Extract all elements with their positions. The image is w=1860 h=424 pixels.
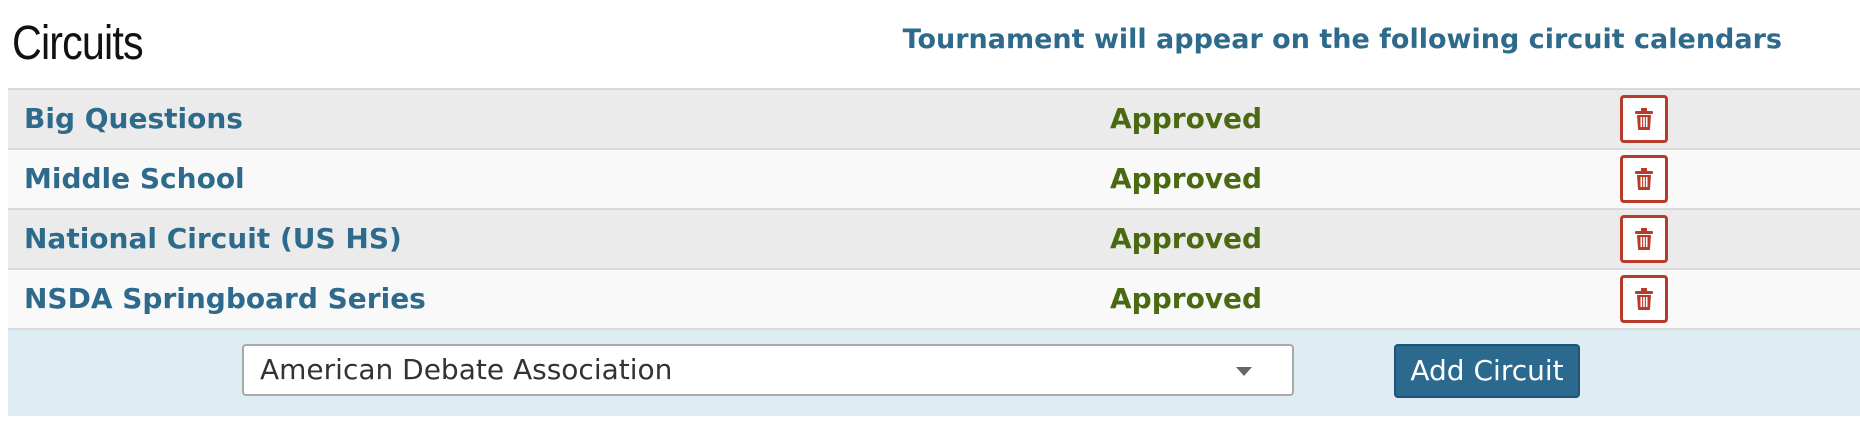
page-title: Circuits: [12, 17, 144, 70]
delete-button[interactable]: [1620, 275, 1668, 323]
status-label: Approved: [1110, 282, 1263, 315]
status-label: Approved: [1110, 222, 1263, 255]
delete-button[interactable]: [1620, 215, 1668, 263]
circuit-link[interactable]: NSDA Springboard Series: [24, 270, 426, 328]
delete-button[interactable]: [1620, 155, 1668, 203]
add-circuit-button[interactable]: Add Circuit: [1394, 344, 1580, 398]
add-circuit-form: American Debate Association Add Circuit: [8, 330, 1860, 416]
table-row: Middle School Approved: [8, 148, 1860, 208]
status-label: Approved: [1110, 162, 1263, 195]
trash-icon: [1635, 228, 1653, 250]
table-row: Big Questions Approved: [8, 88, 1860, 148]
circuit-select[interactable]: American Debate Association: [242, 344, 1294, 396]
circuits-table: Big Questions Approved Middle School App…: [8, 88, 1860, 330]
trash-icon: [1635, 108, 1653, 130]
circuit-link[interactable]: Middle School: [24, 150, 245, 208]
circuit-select-value: American Debate Association: [260, 353, 673, 386]
chevron-down-icon: [1236, 367, 1252, 376]
page-subtitle: Tournament will appear on the following …: [902, 24, 1782, 55]
trash-icon: [1635, 288, 1653, 310]
table-row: NSDA Springboard Series Approved: [8, 268, 1860, 330]
table-row: National Circuit (US HS) Approved: [8, 208, 1860, 268]
circuit-link[interactable]: National Circuit (US HS): [24, 210, 402, 268]
circuit-link[interactable]: Big Questions: [24, 90, 243, 148]
status-label: Approved: [1110, 102, 1263, 135]
trash-icon: [1635, 168, 1653, 190]
delete-button[interactable]: [1620, 95, 1668, 143]
